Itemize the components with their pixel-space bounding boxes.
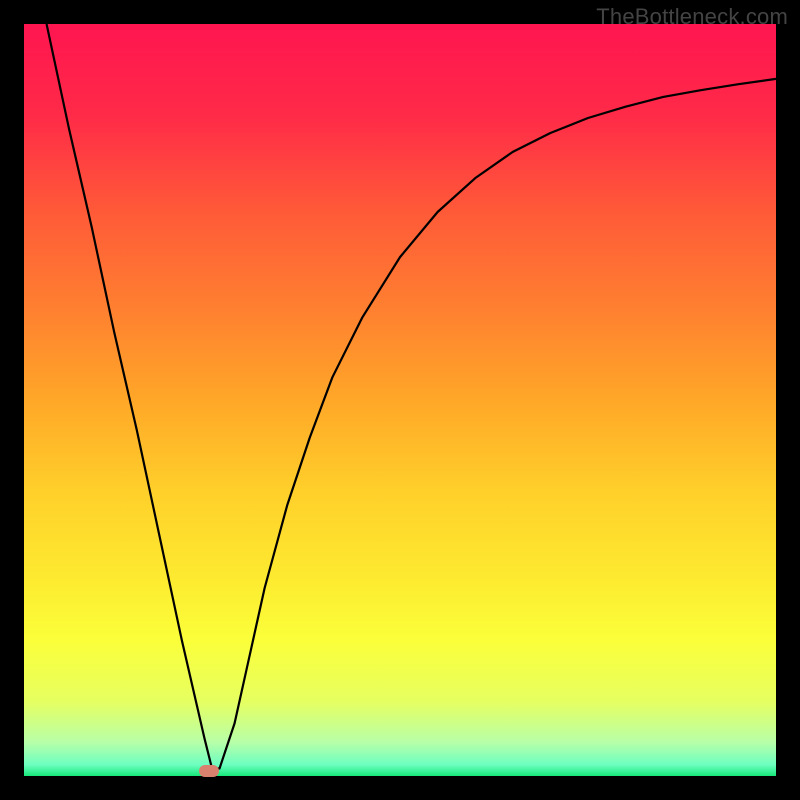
gradient-bg <box>24 24 776 776</box>
chart-frame <box>24 24 776 776</box>
chart-svg <box>24 24 776 776</box>
bottleneck-marker <box>199 765 219 777</box>
